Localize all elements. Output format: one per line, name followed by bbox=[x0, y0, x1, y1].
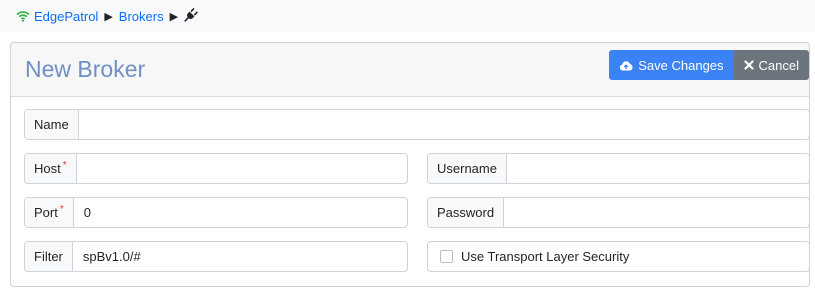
host-input[interactable] bbox=[76, 154, 407, 183]
port-label: Port * bbox=[25, 198, 74, 227]
required-marker: * bbox=[59, 204, 64, 215]
tls-checkbox-field[interactable]: Use Transport Layer Security bbox=[427, 241, 810, 272]
save-changes-button[interactable]: Save Changes bbox=[609, 50, 734, 80]
wifi-icon bbox=[16, 10, 30, 22]
caret-right-icon: ▶ bbox=[104, 10, 113, 23]
port-input[interactable] bbox=[73, 198, 407, 227]
card-header: New Broker Save Changes Cancel bbox=[11, 43, 809, 97]
username-label: Username bbox=[428, 154, 507, 183]
x-icon bbox=[743, 60, 754, 70]
host-field: Host * bbox=[24, 153, 408, 184]
name-input[interactable] bbox=[78, 110, 809, 139]
tls-checkbox[interactable] bbox=[440, 250, 453, 263]
host-label: Host * bbox=[25, 154, 77, 183]
username-input[interactable] bbox=[506, 154, 809, 183]
breadcrumb-brokers-link[interactable]: Brokers bbox=[119, 9, 164, 24]
port-field: Port * bbox=[24, 197, 408, 228]
breadcrumb: EdgePatrol ▶ Brokers ▶ bbox=[0, 0, 815, 32]
name-label: Name bbox=[25, 110, 79, 139]
password-field: Password bbox=[427, 197, 810, 228]
cancel-label: Cancel bbox=[758, 57, 799, 73]
password-input[interactable] bbox=[504, 198, 809, 227]
action-button-group: Save Changes Cancel bbox=[609, 50, 809, 80]
cloud-upload-icon bbox=[620, 60, 633, 70]
required-marker: * bbox=[62, 160, 67, 171]
cancel-button[interactable]: Cancel bbox=[733, 50, 809, 80]
filter-label: Filter bbox=[25, 242, 73, 271]
name-field: Name bbox=[24, 109, 810, 140]
save-changes-label: Save Changes bbox=[638, 57, 724, 73]
plug-icon bbox=[184, 7, 198, 25]
filter-field: Filter bbox=[24, 241, 408, 272]
filter-input[interactable] bbox=[72, 242, 407, 271]
breadcrumb-root-link[interactable]: EdgePatrol bbox=[34, 9, 98, 24]
caret-right-icon: ▶ bbox=[169, 10, 179, 23]
page-title: New Broker bbox=[25, 56, 146, 82]
tls-label: Use Transport Layer Security bbox=[461, 249, 630, 264]
username-field: Username bbox=[427, 153, 810, 184]
password-label: Password bbox=[428, 198, 505, 227]
